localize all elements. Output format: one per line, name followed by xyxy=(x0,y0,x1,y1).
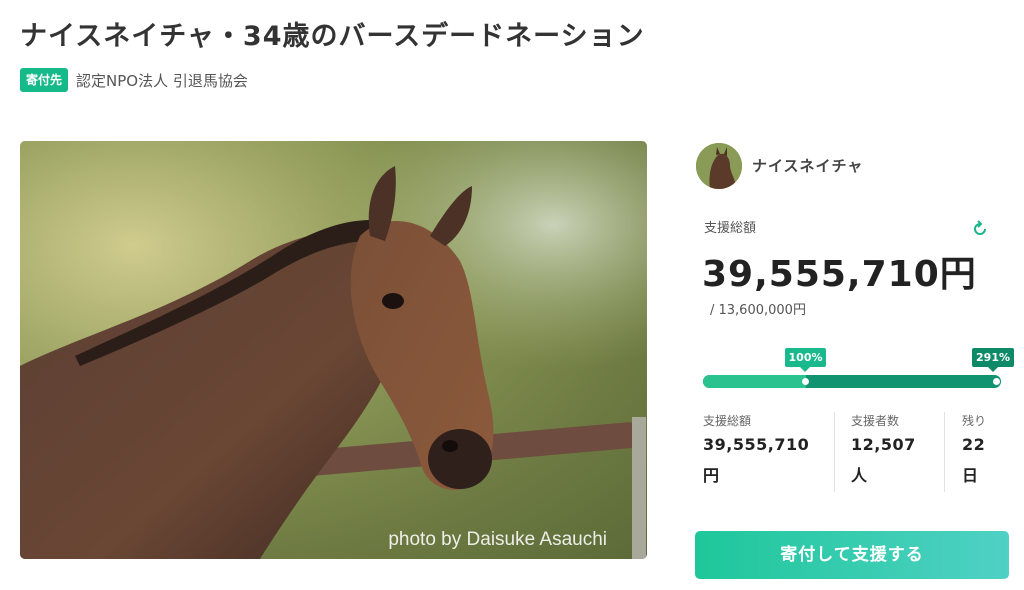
organization-link[interactable]: 認定NPO法人 引退馬協会 xyxy=(76,70,248,91)
horse-avatar-icon xyxy=(696,143,742,189)
stat-label: 支援総額 xyxy=(703,414,752,428)
stat-unit: 日 xyxy=(962,466,979,485)
milestone-marker xyxy=(801,378,809,385)
current-marker xyxy=(993,378,1000,385)
stat-label: 残り xyxy=(962,414,987,428)
stats-row: 支援総額 39,555,710 円 支援者数 12,507 人 残り 22 日 xyxy=(703,412,1003,492)
total-label: 支援総額 xyxy=(704,221,757,236)
stat-total: 支援総額 39,555,710 円 xyxy=(703,412,809,486)
page-title: ナイスネイチャ・34歳のバースデードネーション xyxy=(20,21,645,52)
stat-value: 39,555,710 xyxy=(703,435,810,454)
progress-percent-tag: 291% xyxy=(972,348,1014,372)
progress-bar: 100% 291% xyxy=(703,346,1014,390)
horse-illustration xyxy=(20,141,647,559)
stat-supporters: 支援者数 12,507 人 xyxy=(851,412,916,486)
goal-amount: / 13,600,000円 xyxy=(710,303,806,318)
refresh-icon[interactable] xyxy=(970,219,990,239)
stat-value: 12,507 xyxy=(851,435,916,454)
donate-button[interactable]: 寄付して支援する xyxy=(695,531,1009,579)
total-amount: 39,555,710円 xyxy=(702,254,977,295)
progress-fill-milestone xyxy=(703,375,806,388)
hero-photo: photo by Daisuke Asauchi xyxy=(20,141,647,559)
stat-label: 支援者数 xyxy=(851,414,900,428)
divider xyxy=(944,412,945,492)
photo-credit: photo by Daisuke Asauchi xyxy=(388,529,607,550)
stat-unit: 人 xyxy=(851,466,868,485)
stat-remaining: 残り 22 日 xyxy=(962,412,986,486)
project-owner-name[interactable]: ナイスネイチャ xyxy=(752,155,863,176)
milestone-tag: 100% xyxy=(784,348,827,372)
divider xyxy=(834,412,835,492)
stat-unit: 円 xyxy=(703,466,720,485)
stat-value: 22 xyxy=(962,435,986,454)
recipient-badge: 寄付先 xyxy=(20,68,69,92)
avatar[interactable] xyxy=(696,143,742,189)
